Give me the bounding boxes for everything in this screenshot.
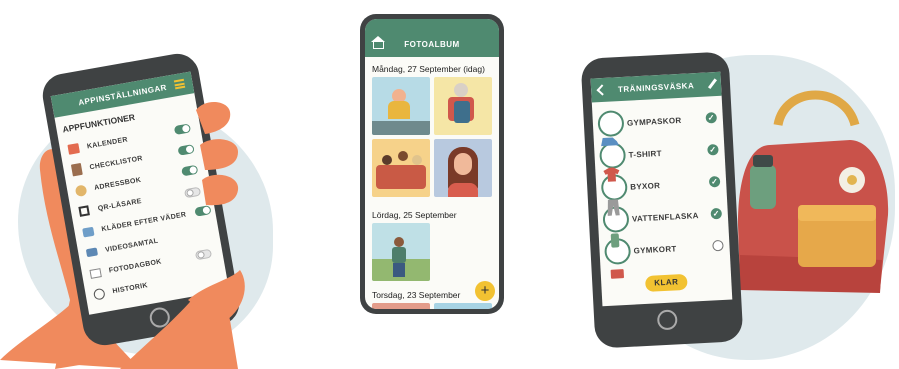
- plus-icon: +: [480, 282, 490, 299]
- checklist-item-icons: [601, 137, 624, 279]
- checklist-illustration: TRÄNINGSVÄSKA GYMPASKOR ✓ T-SHIRT ✓ BYXO…: [580, 0, 899, 369]
- date-heading: Lördag, 25 September: [372, 210, 457, 220]
- photo-thumbnail[interactable]: [372, 303, 430, 309]
- add-photo-button[interactable]: +: [475, 281, 495, 301]
- date-heading: Måndag, 27 September (idag): [372, 64, 485, 74]
- fingers-illustration: [120, 101, 245, 369]
- photo-thumbnail[interactable]: [372, 77, 430, 135]
- home-roof: [371, 36, 385, 42]
- album-header: FOTOALBUM: [365, 19, 499, 57]
- backpack-illustration: [738, 90, 889, 293]
- settings-illustration: APPINSTÄLLNINGAR APPFUNKTIONER KALENDER …: [0, 0, 300, 369]
- photo-thumbnail[interactable]: [434, 77, 492, 135]
- album-illustration: FOTOALBUM Måndag, 27 September (idag) Lö…: [300, 0, 600, 369]
- photo-thumbnail[interactable]: [434, 139, 492, 197]
- date-heading: Torsdag, 23 September: [372, 290, 461, 300]
- photo-thumbnail[interactable]: [372, 139, 430, 197]
- home-icon[interactable]: [373, 41, 384, 49]
- photo-thumbnail[interactable]: [372, 223, 430, 281]
- album-phone: FOTOALBUM Måndag, 27 September (idag) Lö…: [360, 14, 504, 314]
- album-screen: FOTOALBUM Måndag, 27 September (idag) Lö…: [365, 19, 499, 309]
- page-title: FOTOALBUM: [404, 40, 460, 49]
- photo-thumbnail[interactable]: [434, 303, 492, 309]
